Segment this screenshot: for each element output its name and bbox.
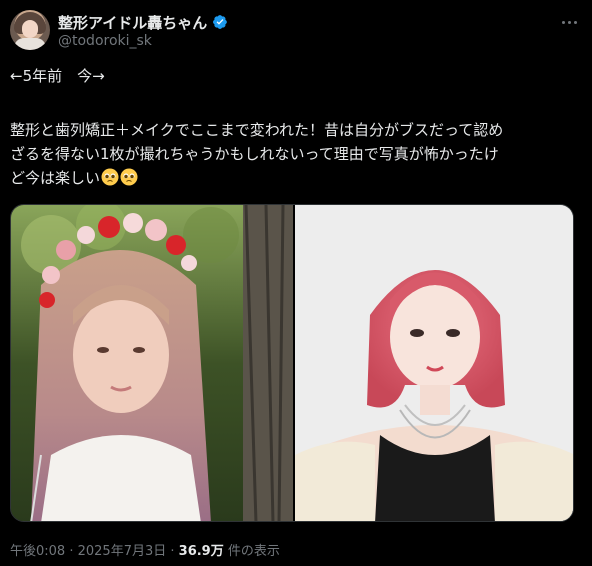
meta-separator: · [65, 544, 78, 559]
author-avatar[interactable] [10, 10, 50, 50]
tweet-date[interactable]: 2025年7月3日 [78, 544, 167, 559]
author-name-row[interactable]: 整形アイドル轟ちゃん [58, 12, 228, 32]
tweet-meta: 午後0:08 · 2025年7月3日 · 36.9万 件の表示 [10, 540, 280, 559]
more-options-icon[interactable] [557, 14, 581, 30]
more-dot [567, 20, 571, 24]
tweet-text-line: 整形と歯列矯正＋メイクでここまで変われた！昔は自分がブスだって認め [10, 121, 504, 139]
media-photo-after[interactable] [295, 205, 573, 521]
media-photo-before[interactable] [11, 205, 293, 521]
view-count: 36.9万 [178, 544, 224, 559]
after-photo-illustration [295, 205, 573, 521]
more-dot [561, 20, 565, 24]
before-photo-illustration [11, 205, 293, 521]
more-dot [573, 20, 577, 24]
tweet-media-grid[interactable] [10, 204, 574, 522]
avatar-face [22, 20, 38, 38]
tweet-text-line: ざるを得ない1枚が撮れちゃうかもしれないって理由で写真が怖かったけ [10, 145, 499, 163]
avatar-body [14, 38, 46, 50]
pleading-face-emoji [101, 168, 119, 186]
verified-badge-icon [213, 15, 228, 29]
tweet-text-segment: ど今は楽しい [10, 169, 101, 187]
author-handle[interactable]: @todoroki_sk [58, 33, 152, 49]
tweet-text-line: ←5年前 今→ [10, 67, 105, 85]
pleading-face-emoji [120, 168, 138, 186]
author-display-name[interactable]: 整形アイドル轟ちゃん [58, 12, 207, 33]
meta-separator: · [166, 544, 179, 559]
tweet-text-line-with-emoji: ど今は楽しい [10, 166, 138, 190]
tweet-time[interactable]: 午後0:08 [10, 544, 65, 559]
view-count-suffix: 件の表示 [223, 544, 280, 559]
